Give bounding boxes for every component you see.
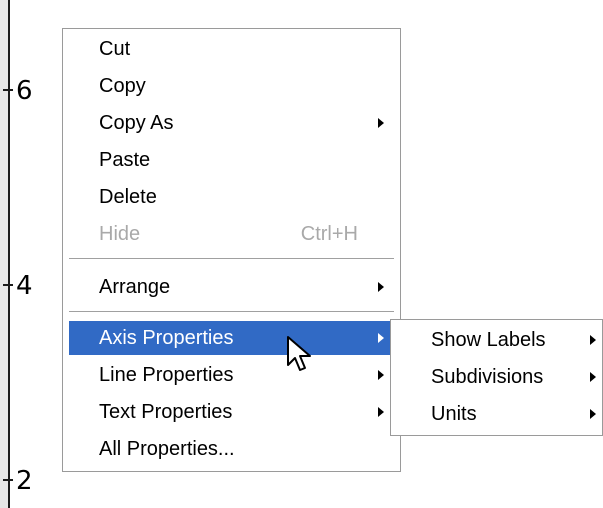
menu-item-label: Units — [431, 403, 477, 425]
menu-item-label: Text Properties — [99, 401, 233, 423]
axis-tick-2 — [3, 479, 13, 481]
submenu-arrow-icon — [378, 118, 384, 128]
submenu-arrow-icon — [590, 372, 596, 382]
axis-shadow — [0, 0, 8, 508]
axis-tick-6 — [3, 89, 13, 91]
submenu-arrow-icon — [378, 282, 384, 292]
axis-properties-submenu: Show Labels Subdivisions Units — [390, 319, 603, 436]
menu-item-label: Line Properties — [99, 364, 234, 386]
submenu-arrow-icon — [590, 335, 596, 345]
axis-tick-label-2: 2 — [16, 466, 33, 496]
menu-item-label: Copy As — [99, 112, 174, 134]
menu-item-line-properties[interactable]: Line Properties — [69, 358, 394, 392]
submenu-item-show-labels[interactable]: Show Labels — [397, 323, 602, 357]
menu-item-label: Cut — [99, 38, 131, 60]
menu-item-shortcut: Ctrl+H — [300, 223, 358, 245]
submenu-item-subdivisions[interactable]: Subdivisions — [397, 360, 602, 394]
arrow-pointer-icon — [287, 336, 311, 371]
context-menu: Cut Copy Copy As Paste Delete Hide Ctrl+… — [62, 28, 401, 472]
menu-separator — [69, 258, 394, 260]
menu-item-label: Delete — [99, 186, 157, 208]
submenu-item-units[interactable]: Units — [397, 397, 602, 431]
menu-item-label: Show Labels — [431, 329, 546, 351]
menu-item-all-properties[interactable]: All Properties... — [69, 432, 394, 466]
menu-item-copy[interactable]: Copy — [69, 69, 394, 103]
submenu-arrow-icon — [378, 333, 384, 343]
menu-item-text-properties[interactable]: Text Properties — [69, 395, 394, 429]
submenu-arrow-icon — [378, 407, 384, 417]
menu-item-label: Subdivisions — [431, 366, 544, 388]
menu-item-axis-properties[interactable]: Axis Properties — [69, 321, 394, 355]
axis-tick-4 — [3, 284, 13, 286]
menu-item-label: All Properties... — [99, 438, 235, 460]
menu-item-hide: Hide Ctrl+H — [69, 217, 394, 251]
menu-item-paste[interactable]: Paste — [69, 143, 394, 177]
axis-tick-label-4: 4 — [16, 271, 33, 301]
menu-item-cut[interactable]: Cut — [69, 32, 394, 66]
menu-item-label: Hide — [99, 223, 141, 245]
menu-item-label: Axis Properties — [99, 327, 234, 349]
menu-item-label: Copy — [99, 75, 146, 97]
menu-item-copy-as[interactable]: Copy As — [69, 106, 394, 140]
submenu-arrow-icon — [590, 409, 596, 419]
menu-item-delete[interactable]: Delete — [69, 180, 394, 214]
y-axis-line — [8, 0, 10, 508]
menu-item-label: Paste — [99, 149, 151, 171]
menu-item-arrange[interactable]: Arrange — [69, 270, 394, 304]
axis-tick-label-6: 6 — [16, 76, 33, 106]
menu-item-label: Arrange — [99, 276, 171, 298]
submenu-arrow-icon — [378, 370, 384, 380]
menu-separator — [69, 311, 394, 313]
